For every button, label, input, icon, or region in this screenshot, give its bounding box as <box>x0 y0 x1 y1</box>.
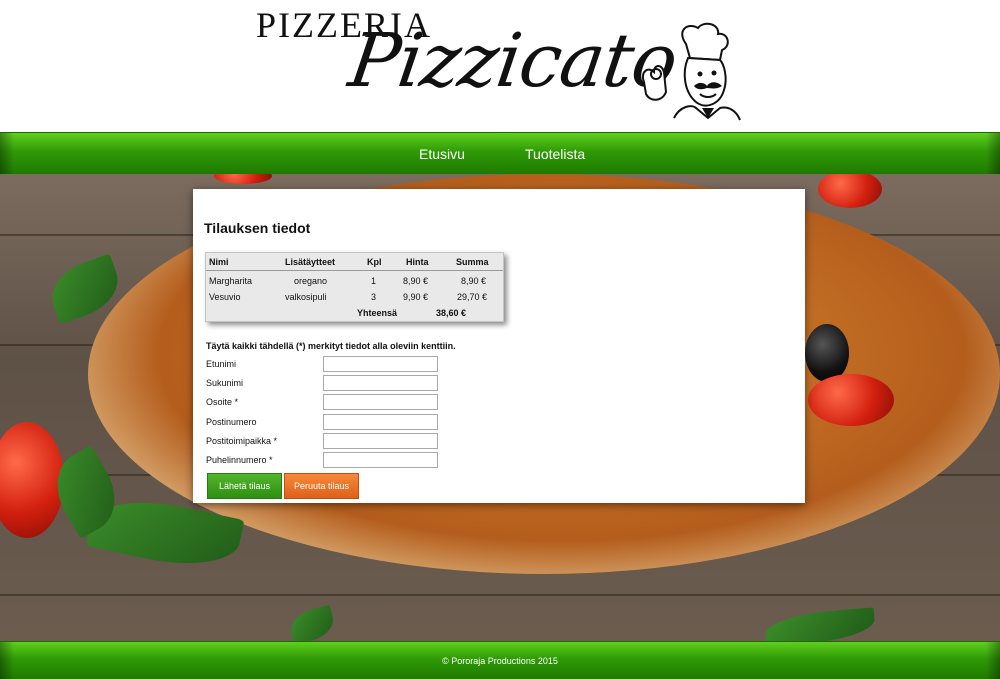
basil-leaf-decoration <box>286 604 338 641</box>
form-row-sukunimi: Sukunimi <box>206 375 446 391</box>
osoite-input[interactable] <box>323 394 438 410</box>
order-summary-table: Nimi Lisätäytteet Kpl Hinta Summa Margha… <box>205 252 504 322</box>
cell-hinta: 8,90 € <box>403 276 429 286</box>
nav-link-etusivu[interactable]: Etusivu <box>419 146 465 162</box>
form-row-postitoimipaikka: Postitoimipaikka * <box>206 433 446 449</box>
chef-mascot-icon <box>642 22 741 121</box>
cell-summa: 29,70 € <box>457 292 488 302</box>
main-navbar: Etusivu Tuotelista <box>0 132 1000 174</box>
field-label: Osoite * <box>206 397 239 407</box>
form-instructions: Täytä kaikki tähdellä (*) merkityt tiedo… <box>206 341 456 351</box>
tomato-decoration <box>0 422 64 538</box>
footer-copyright: © Pororaja Productions 2015 <box>442 656 558 666</box>
form-row-etunimi: Etunimi <box>206 356 446 372</box>
field-label: Puhelinnumero * <box>206 455 273 465</box>
sukunimi-input[interactable] <box>323 375 438 391</box>
form-row-puhelinnumero: Puhelinnumero * <box>206 452 446 468</box>
wood-plank-line <box>0 594 1000 596</box>
puhelinnumero-input[interactable] <box>323 452 438 468</box>
table-header-row: Nimi Lisätäytteet Kpl Hinta Summa <box>206 253 503 271</box>
nav-link-tuotelista[interactable]: Tuotelista <box>525 146 585 162</box>
logo-pizzicato-text: Pizzicato <box>343 18 682 104</box>
column-header-kpl: Kpl <box>367 257 382 267</box>
cell-nimi: Margharita <box>209 276 253 286</box>
field-label: Etunimi <box>206 359 237 369</box>
tomato-slice-decoration <box>808 374 894 426</box>
cell-kpl: 3 <box>371 292 377 302</box>
cell-lisataytteet: valkosipuli <box>285 292 327 302</box>
postitoimipaikka-input[interactable] <box>323 433 438 449</box>
form-row-postinumero: Postinumero <box>206 414 446 430</box>
cell-nimi: Vesuvio <box>209 292 241 302</box>
cell-hinta: 9,90 € <box>403 292 429 302</box>
field-label: Sukunimi <box>206 378 244 388</box>
form-row-osoite: Osoite * <box>206 394 446 410</box>
cell-kpl: 1 <box>371 276 377 286</box>
column-header-nimi: Nimi <box>209 257 229 267</box>
basil-leaf-decoration <box>763 607 877 641</box>
order-panel: Tilauksen tiedot Nimi Lisätäytteet Kpl H… <box>193 189 805 503</box>
cell-summa: 8,90 € <box>461 276 487 286</box>
postinumero-input[interactable] <box>323 414 438 430</box>
column-header-summa: Summa <box>456 257 489 267</box>
field-label: Postitoimipaikka * <box>206 436 278 446</box>
cell-lisataytteet: oregano <box>294 276 328 286</box>
tomato-decoration <box>214 174 272 184</box>
column-header-hinta: Hinta <box>406 257 429 267</box>
etunimi-input[interactable] <box>323 356 438 372</box>
site-footer: © Pororaja Productions 2015 <box>0 641 1000 679</box>
order-title: Tilauksen tiedot <box>204 220 311 236</box>
tomato-decoration <box>818 174 882 208</box>
column-header-lisataytteet: Lisätäytteet <box>285 257 336 267</box>
total-value: 38,60 € <box>436 308 467 318</box>
olive-decoration <box>805 324 849 382</box>
total-label: Yhteensä <box>357 308 398 318</box>
cancel-order-button[interactable]: Peruuta tilaus <box>284 473 359 499</box>
field-label: Postinumero <box>206 417 257 427</box>
site-header: PIZZERIA Pizzicato <box>0 0 1000 132</box>
submit-order-button[interactable]: Lähetä tilaus <box>207 473 282 499</box>
